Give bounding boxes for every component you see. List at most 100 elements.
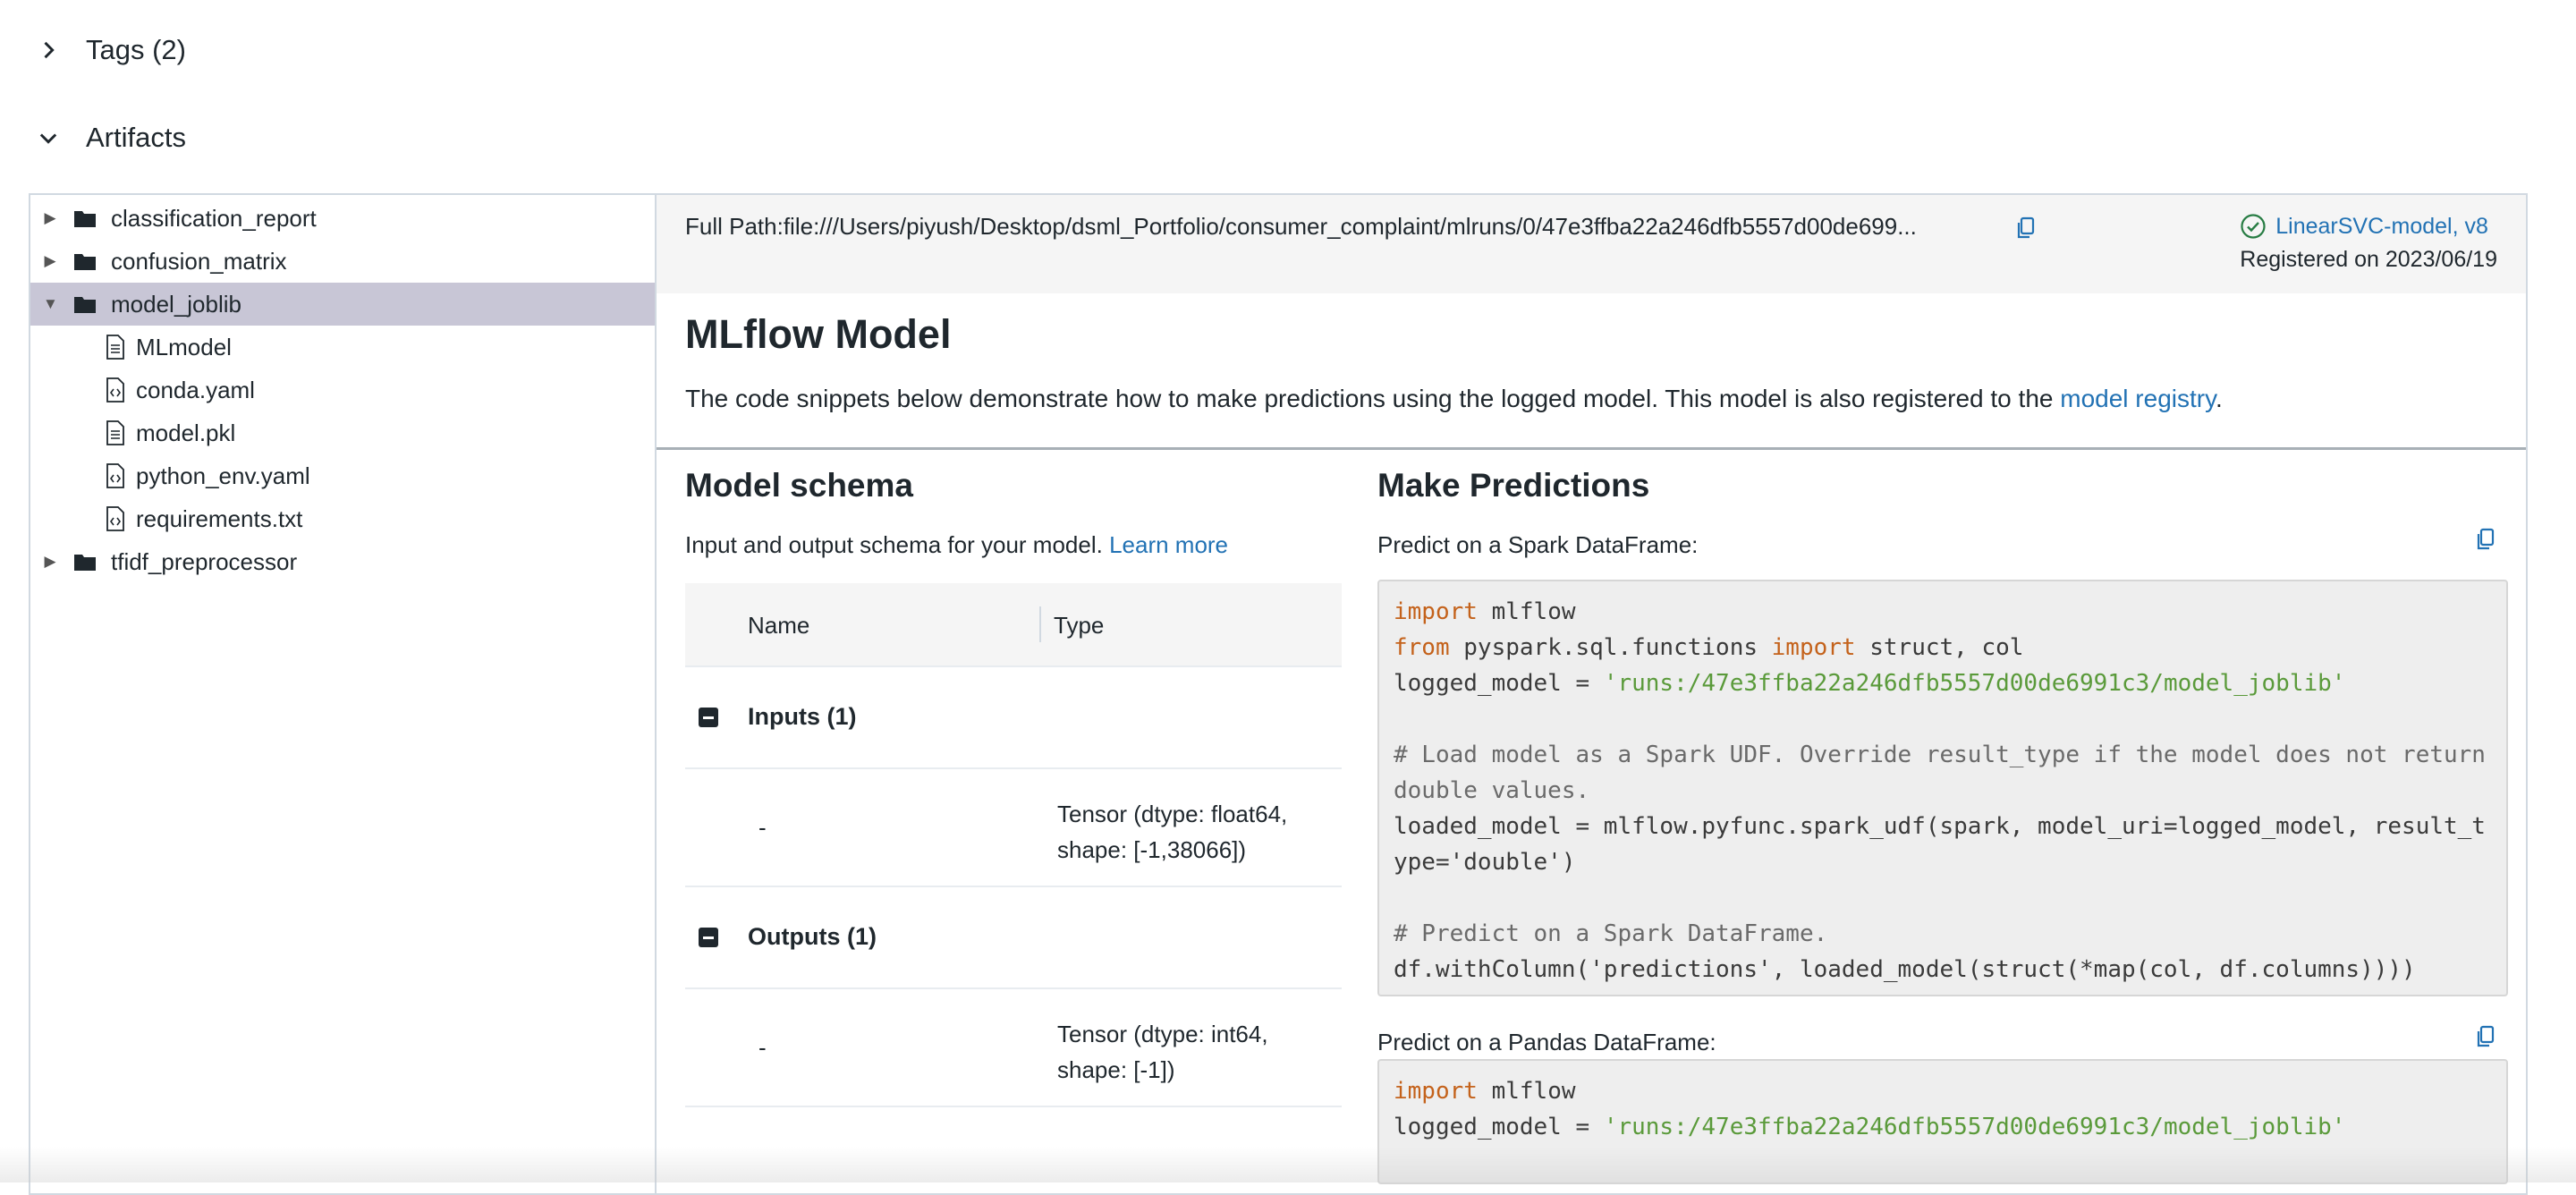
outputs-group-row[interactable]: Outputs (1)	[685, 887, 1342, 989]
code-comment: # Load model as a Spark UDF. Override re…	[1394, 742, 2486, 768]
code-keyword: import	[1394, 598, 1478, 625]
copy-spark-code-icon[interactable]	[2476, 528, 2496, 551]
code-keyword: import	[1771, 634, 1856, 661]
code-text: loaded_model = mlflow.pyfunc.spark_udf(s…	[1394, 813, 2486, 840]
caret-right-icon: ▶	[44, 553, 56, 570]
description-text: The code snippets below demonstrate how …	[685, 385, 2061, 412]
tree-file-conda-yaml[interactable]: conda.yaml	[30, 369, 655, 411]
table-row: - Tensor (dtype: int64, shape: [-1])	[685, 989, 1342, 1107]
artifacts-section-label: Artifacts	[86, 122, 186, 153]
pandas-predict-label: Predict on a Pandas DataFrame:	[1377, 1029, 1716, 1055]
full-path-text: Full Path:file:///Users/piyush/Desktop/d…	[685, 213, 1917, 240]
code-text: struct, col	[1855, 634, 2024, 661]
input-name-cell: -	[758, 814, 767, 841]
spark-predict-label: Predict on a Spark DataFrame:	[1377, 531, 1699, 558]
tree-file-python-env-yaml[interactable]: python_env.yaml	[30, 454, 655, 497]
tree-file-model-pkl[interactable]: model.pkl	[30, 411, 655, 454]
chevron-right-icon	[44, 41, 55, 59]
code-file-icon	[106, 463, 124, 488]
column-separator	[1039, 606, 1041, 642]
caret-right-icon: ▶	[44, 209, 56, 226]
check-circle-icon	[2241, 214, 2266, 239]
code-comment: # Predict on a Spark DataFrame.	[1394, 920, 1828, 947]
code-text: pyspark.sql.functions	[1449, 634, 1772, 661]
schema-table-header: Name Type	[685, 583, 1342, 667]
output-type-line: shape: [-1])	[1057, 1056, 1175, 1083]
folder-icon	[74, 297, 96, 313]
code-text: logged_model =	[1394, 1114, 1604, 1140]
artifact-detail-panel: Full Path:file:///Users/piyush/Desktop/d…	[657, 195, 2526, 1193]
tree-folder-confusion-matrix[interactable]: ▶ confusion_matrix	[30, 240, 655, 283]
path-bar: Full Path:file:///Users/piyush/Desktop/d…	[657, 195, 2526, 293]
inputs-group-row[interactable]: Inputs (1)	[685, 667, 1342, 769]
code-keyword: import	[1394, 1078, 1478, 1105]
code-comment: double values.	[1394, 777, 1590, 804]
tree-file-label: python_env.yaml	[136, 462, 310, 489]
copy-path-icon[interactable]	[2016, 216, 2036, 240]
spark-code-block[interactable]: import mlflow from pyspark.sql.functions…	[1377, 580, 2508, 996]
make-predictions-title: Make Predictions	[1377, 467, 1650, 504]
tree-file-mlmodel[interactable]: MLmodel	[30, 326, 655, 369]
tree-folder-model-joblib[interactable]: ▼ model_joblib	[30, 283, 655, 326]
schema-table: Name Type Inputs (1) - Tensor (dtype: fl…	[685, 583, 1342, 1107]
copy-pandas-code-icon[interactable]	[2476, 1025, 2496, 1048]
tree-folder-label: tfidf_preprocessor	[111, 547, 298, 575]
registered-date: Registered on 2023/06/19	[2240, 247, 2497, 272]
schema-description-text: Input and output schema for your model.	[685, 531, 1110, 558]
collapse-minus-icon[interactable]	[698, 927, 719, 948]
model-schema-description: Input and output schema for your model. …	[685, 531, 1228, 559]
model-registry-link[interactable]: model registry	[2060, 385, 2216, 412]
mlflow-model-description: The code snippets below demonstrate how …	[685, 385, 2223, 413]
registered-model-link[interactable]: LinearSVC-model, v8	[2240, 213, 2497, 240]
input-type-cell: Tensor (dtype: float64, shape: [-1,38066…	[1057, 796, 1335, 868]
input-type-line: Tensor (dtype: float64,	[1057, 801, 1288, 827]
tree-folder-label: confusion_matrix	[111, 247, 287, 275]
folder-icon	[74, 211, 96, 227]
code-keyword: from	[1394, 634, 1450, 661]
tree-folder-tfidf-preprocessor[interactable]: ▶ tfidf_preprocessor	[30, 540, 655, 583]
output-type-line: Tensor (dtype: int64,	[1057, 1021, 1268, 1047]
folder-icon	[74, 254, 96, 270]
output-type-cell: Tensor (dtype: int64, shape: [-1])	[1057, 1016, 1335, 1088]
collapse-minus-icon[interactable]	[698, 707, 719, 728]
learn-more-link[interactable]: Learn more	[1109, 531, 1228, 558]
tree-folder-label: model_joblib	[111, 290, 242, 318]
code-string: 'runs:/47e3ffba22a246dfb5557d00de6991c3/…	[1603, 670, 2346, 697]
tree-folder-label: classification_report	[111, 204, 317, 232]
tree-folder-classification-report[interactable]: ▶ classification_report	[30, 197, 655, 240]
text-file-icon	[106, 335, 124, 360]
registered-model-info: LinearSVC-model, v8 Registered on 2023/0…	[2240, 213, 2497, 273]
outputs-group-label: Outputs (1)	[748, 923, 877, 950]
artifacts-section-toggle[interactable]: Artifacts	[36, 122, 186, 154]
description-period: .	[2216, 385, 2223, 412]
caret-down-icon: ▼	[43, 295, 58, 312]
code-text: logged_model =	[1394, 670, 1604, 697]
artifacts-panel: ▶ classification_report ▶ confusion_matr…	[29, 193, 2528, 1195]
text-file-icon	[106, 420, 124, 445]
inputs-group-label: Inputs (1)	[748, 703, 857, 730]
code-text: df.withColumn('predictions', loaded_mode…	[1394, 956, 2416, 983]
code-file-icon	[106, 377, 124, 403]
column-header-type: Type	[1054, 612, 1105, 639]
chevron-down-icon	[39, 133, 57, 144]
tree-file-label: conda.yaml	[136, 376, 255, 403]
section-divider	[657, 447, 2526, 450]
tree-file-requirements-txt[interactable]: requirements.txt	[30, 497, 655, 540]
column-header-name: Name	[748, 612, 810, 639]
bottom-scroll-shadow	[0, 1147, 2576, 1182]
output-name-cell: -	[758, 1034, 767, 1061]
tags-section-label: Tags (2)	[86, 34, 186, 65]
tree-file-label: requirements.txt	[136, 504, 303, 532]
table-row: - Tensor (dtype: float64, shape: [-1,380…	[685, 769, 1342, 887]
tree-file-label: MLmodel	[136, 333, 232, 360]
registered-model-name: LinearSVC-model, v8	[2275, 213, 2488, 239]
code-string: 'runs:/47e3ffba22a246dfb5557d00de6991c3/…	[1603, 1114, 2346, 1140]
model-schema-title: Model schema	[685, 467, 913, 504]
tree-file-label: model.pkl	[136, 419, 236, 446]
folder-icon	[74, 555, 96, 571]
code-file-icon	[106, 506, 124, 531]
code-text: mlflow	[1477, 1078, 1576, 1105]
input-type-line: shape: [-1,38066])	[1057, 836, 1247, 863]
artifact-tree: ▶ classification_report ▶ confusion_matr…	[30, 195, 657, 1193]
tags-section-toggle[interactable]: Tags (2)	[36, 34, 186, 66]
